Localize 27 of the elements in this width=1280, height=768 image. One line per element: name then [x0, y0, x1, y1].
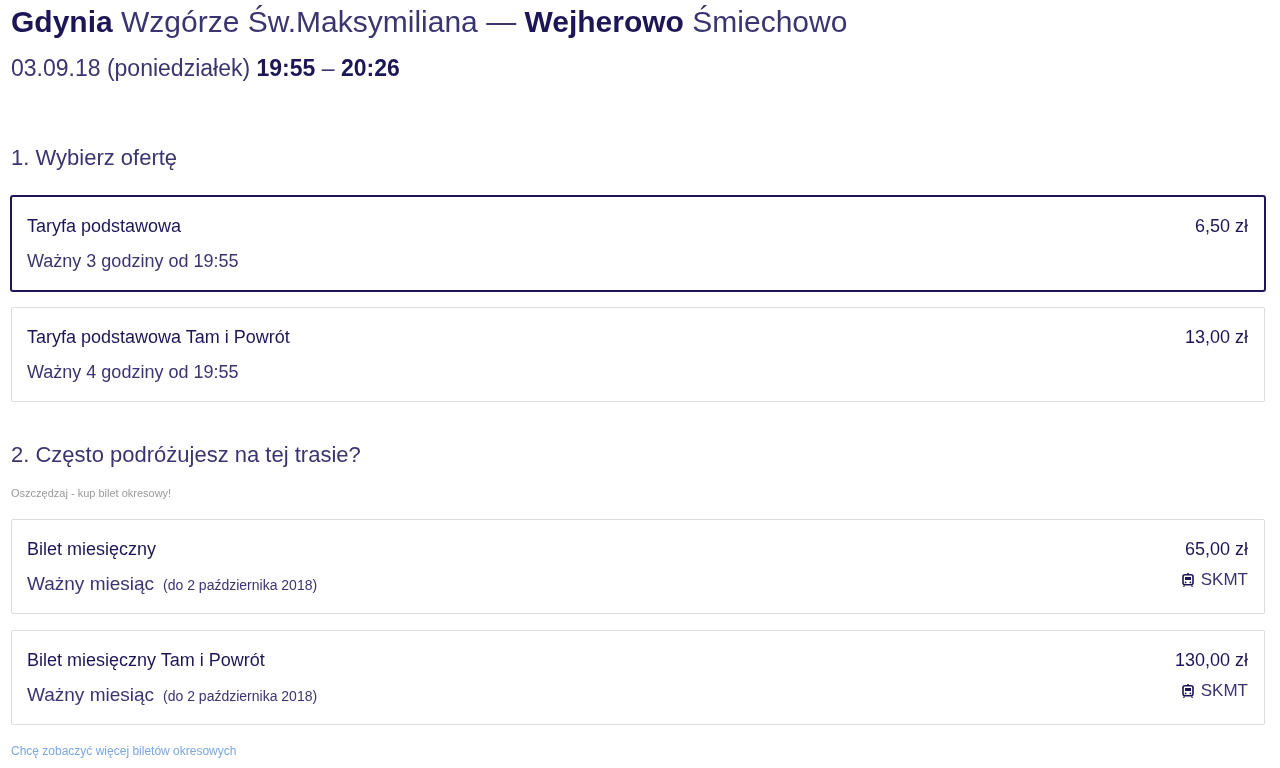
offer-price: 6,50 zł — [1194, 215, 1248, 237]
train-icon — [1181, 573, 1194, 587]
ticket-card[interactable]: Bilet miesięczny Tam i Powrót Ważny miesiąc (do 2 października 2018) 130,00 zł SKMT — [11, 630, 1265, 725]
ticket-price: 65,00 zł — [1184, 538, 1248, 560]
offer-price: 13,00 zł — [1184, 326, 1248, 348]
ticket-validity: Ważny miesiąc — [27, 573, 155, 595]
offer-card[interactable]: Taryfa podstawowa Tam i Powrót Ważny 4 godziny od 19:55 13,00 zł — [11, 307, 1265, 402]
ticket-card[interactable]: Bilet miesięczny Ważny miesiąc (do 2 października 2018) 65,00 zł SKMT — [11, 519, 1265, 614]
offer-card[interactable]: Taryfa podstawowa Ważny 3 godziny od 19:55 6,50 zł — [11, 196, 1265, 291]
offer-validity: Ważny 4 godziny od 19:55 — [27, 361, 239, 383]
section-heading: 1. Wybierz ofertę — [11, 144, 178, 172]
section-heading: 2. Często podróżujesz na tej trasie? — [11, 441, 361, 469]
ticket-price: 130,00 zł — [1174, 649, 1248, 671]
offer-validity: Ważny 3 godziny od 19:55 — [27, 250, 239, 272]
train-icon — [1181, 684, 1194, 698]
carrier-name: SKMT — [1200, 680, 1248, 702]
validity-end-date: (do 2 października 2018) — [163, 688, 318, 704]
ticket-name: Bilet miesięczny — [27, 538, 157, 560]
offer-name: Taryfa podstawowa Tam i Powrót — [27, 326, 290, 348]
route-title: Gdynia Wzgórze Św.Maksymiliana — Wejherowo Śmiechowo — [11, 4, 848, 40]
ticket-validity: Ważny miesiąc — [27, 684, 155, 706]
trip-date-time: 03.09.18 (poniedziałek) 19:55 – 20:26 — [11, 54, 400, 83]
offer-name: Taryfa podstawowa — [27, 215, 182, 237]
validity-end-date: (do 2 października 2018) — [163, 577, 318, 593]
section-subtitle: Oszczędzaj - kup bilet okresowy! — [11, 486, 172, 501]
ticket-name: Bilet miesięczny Tam i Powrót — [27, 649, 265, 671]
carrier-name: SKMT — [1200, 569, 1248, 591]
